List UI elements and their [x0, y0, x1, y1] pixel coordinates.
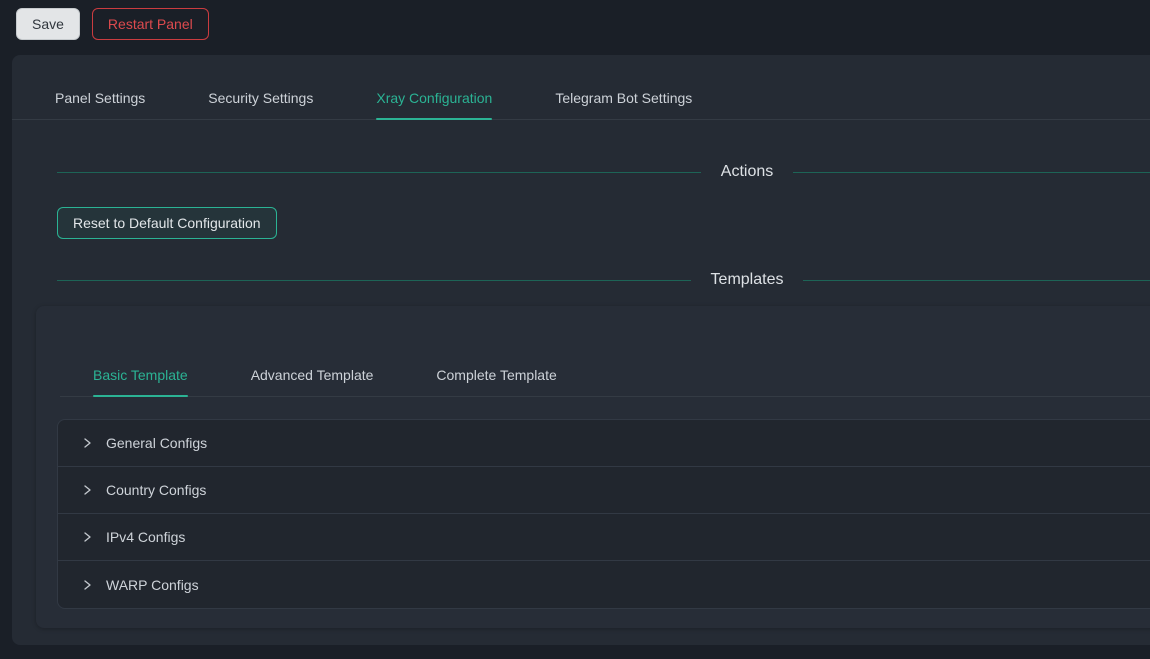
actions-divider: Actions [57, 163, 1150, 181]
templates-card: Basic Template Advanced Template Complet… [36, 306, 1150, 628]
topbar: Save Restart Panel [0, 0, 1150, 48]
settings-tabs: Panel Settings Security Settings Xray Co… [12, 79, 1150, 120]
tab-advanced-template[interactable]: Advanced Template [251, 356, 374, 396]
restart-panel-button[interactable]: Restart Panel [92, 8, 209, 40]
tab-basic-template[interactable]: Basic Template [93, 356, 188, 396]
divider-line [803, 280, 1150, 281]
divider-line [57, 280, 691, 281]
divider-line [57, 172, 701, 173]
collapse-item-ipv4-configs[interactable]: IPv4 Configs [58, 514, 1150, 561]
tab-telegram-bot-settings[interactable]: Telegram Bot Settings [555, 79, 692, 119]
chevron-right-icon [81, 579, 93, 591]
template-tabs: Basic Template Advanced Template Complet… [60, 356, 1150, 397]
tab-panel-settings[interactable]: Panel Settings [55, 79, 145, 119]
collapse-item-label: Country Configs [106, 482, 206, 498]
collapse-item-label: General Configs [106, 435, 207, 451]
tab-xray-configuration[interactable]: Xray Configuration [376, 79, 492, 119]
reset-to-default-button[interactable]: Reset to Default Configuration [57, 207, 277, 239]
settings-card: Panel Settings Security Settings Xray Co… [12, 55, 1150, 645]
templates-divider: Templates [57, 271, 1150, 289]
collapse-item-label: IPv4 Configs [106, 529, 185, 545]
tab-security-settings[interactable]: Security Settings [208, 79, 313, 119]
config-collapse-list: General Configs Country Configs IPv4 Con… [57, 419, 1150, 609]
chevron-right-icon [81, 531, 93, 543]
collapse-item-warp-configs[interactable]: WARP Configs [58, 561, 1150, 608]
chevron-right-icon [81, 484, 93, 496]
actions-divider-label: Actions [701, 163, 793, 181]
collapse-item-country-configs[interactable]: Country Configs [58, 467, 1150, 514]
collapse-item-general-configs[interactable]: General Configs [58, 420, 1150, 467]
save-button[interactable]: Save [16, 8, 80, 40]
chevron-right-icon [81, 437, 93, 449]
tab-complete-template[interactable]: Complete Template [436, 356, 556, 396]
templates-divider-label: Templates [691, 271, 804, 289]
collapse-item-label: WARP Configs [106, 577, 199, 593]
divider-line [793, 172, 1150, 173]
